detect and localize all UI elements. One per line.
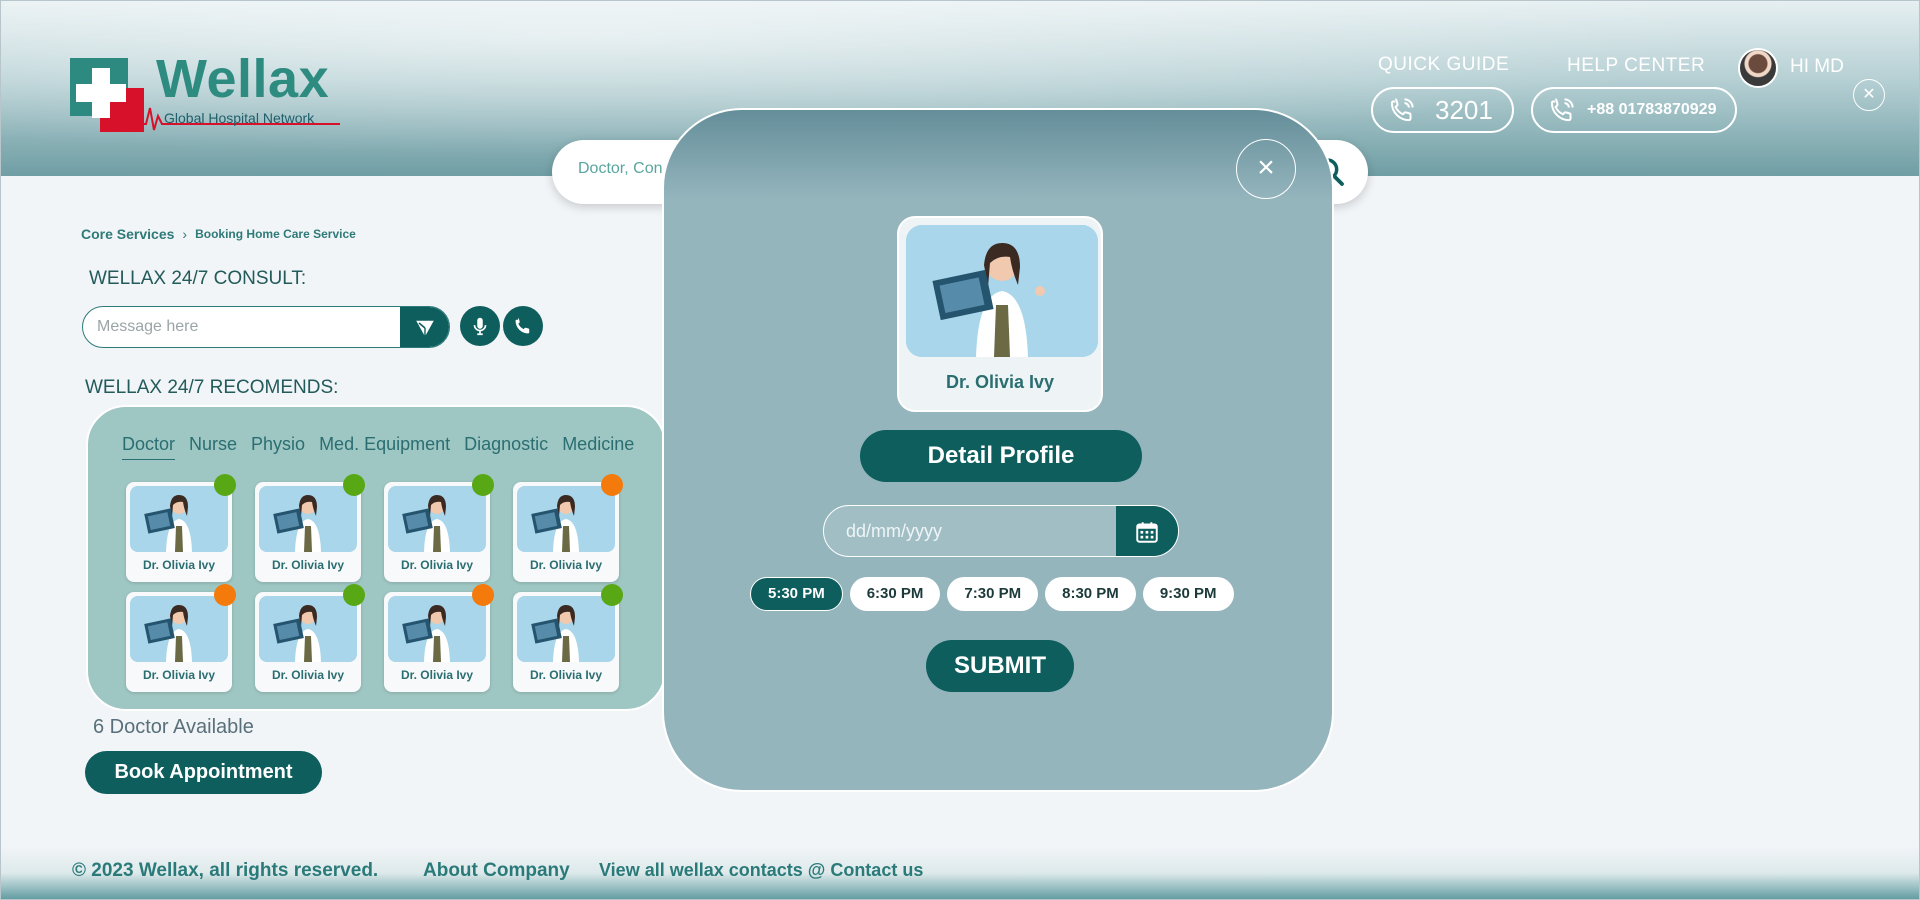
doctor-photo — [130, 486, 228, 552]
breadcrumb-booking-home-care[interactable]: Booking Home Care Service — [195, 227, 356, 241]
doctor-card[interactable]: Dr. Olivia Ivy — [255, 474, 365, 582]
doctor-photo — [517, 596, 615, 662]
doctor-card[interactable]: Dr. Olivia Ivy — [126, 474, 236, 582]
consult-title: WELLAX 24/7 CONSULT: — [89, 268, 307, 289]
send-button[interactable] — [400, 307, 449, 347]
phone-ringing-icon — [1390, 98, 1414, 122]
detail-profile-button[interactable]: Detail Profile — [860, 430, 1142, 482]
breadcrumb: Core Services › Booking Home Care Servic… — [81, 226, 356, 242]
call-button[interactable] — [503, 306, 543, 346]
calendar-icon — [1136, 522, 1158, 543]
quick-guide-number: 3201 — [1435, 94, 1493, 125]
doctor-name: Dr. Olivia Ivy — [271, 558, 345, 572]
phone-ringing-icon — [1550, 98, 1574, 122]
available-count: 6 Doctor Available — [93, 716, 254, 738]
doctor-photo-image — [906, 225, 1098, 357]
booking-modal: × Dr. Olivia Ivy Detail Profile dd/mm/yy… — [662, 108, 1334, 792]
doctor-grid: Dr. Olivia Ivy Dr. Olivia Ivy Dr. Olivia I… — [126, 474, 623, 692]
status-dot — [472, 474, 494, 496]
doctor-card[interactable]: Dr. Olivia Ivy — [513, 584, 623, 692]
quick-guide-button[interactable]: 3201 — [1371, 87, 1514, 133]
doctor-name: Dr. Olivia Ivy — [400, 668, 474, 682]
close-icon[interactable]: × — [1236, 139, 1296, 199]
recommends-panel: Doctor Nurse Physio Med. Equipment Diagn… — [86, 405, 666, 711]
doctor-photo — [388, 596, 486, 662]
close-icon[interactable]: ✕ — [1853, 79, 1885, 111]
send-icon — [413, 319, 436, 340]
doctor-name: Dr. Olivia Ivy — [529, 558, 603, 572]
logo-cross-icon — [70, 58, 144, 132]
microphone-icon — [473, 317, 487, 336]
category-tabs: Doctor Nurse Physio Med. Equipment Diagn… — [122, 434, 634, 460]
doctor-card[interactable]: Dr. Olivia Ivy — [384, 584, 494, 692]
copyright-text: © 2023 Wellax, all rights reserved. — [72, 860, 379, 881]
doctor-card[interactable]: Dr. Olivia Ivy — [513, 474, 623, 582]
doctor-card[interactable]: Dr. Olivia Ivy — [255, 584, 365, 692]
doctor-photo — [517, 486, 615, 552]
time-slot[interactable]: 7:30 PM — [947, 577, 1039, 611]
doctor-photo — [259, 596, 357, 662]
time-slot[interactable]: 6:30 PM — [849, 577, 941, 611]
doctor-photo — [130, 596, 228, 662]
submit-button[interactable]: SUBMIT — [926, 640, 1074, 692]
help-center-button[interactable]: +88 01783870929 — [1531, 87, 1737, 133]
status-dot — [601, 474, 623, 496]
tab-diagnostic[interactable]: Diagnostic — [464, 434, 548, 460]
wellax-logo[interactable]: Wellax Global Hospital Network — [70, 49, 340, 134]
doctor-name: Dr. Olivia Ivy — [142, 558, 216, 572]
date-input[interactable] — [846, 521, 1096, 542]
status-dot — [601, 584, 623, 606]
status-dot — [214, 584, 236, 606]
time-slot[interactable]: 9:30 PM — [1142, 577, 1234, 611]
calendar-button[interactable] — [1116, 506, 1178, 556]
microphone-button[interactable] — [460, 306, 500, 346]
help-center-label: HELP CENTER — [1567, 55, 1706, 76]
help-center-number: +88 01783870929 — [1587, 101, 1717, 118]
status-dot — [472, 584, 494, 606]
doctor-photo — [259, 486, 357, 552]
breadcrumb-core-services[interactable]: Core Services — [81, 226, 174, 242]
time-slot[interactable]: 5:30 PM — [750, 577, 843, 611]
doctor-name: Dr. Olivia Ivy — [529, 668, 603, 682]
contact-us-link[interactable]: View all wellax contacts @ Contact us — [599, 860, 923, 881]
recommends-title: WELLAX 24/7 RECOMENDS: — [85, 377, 339, 398]
date-picker — [823, 505, 1179, 557]
tab-med-equipment[interactable]: Med. Equipment — [319, 434, 450, 460]
doctor-card[interactable]: Dr. Olivia Ivy — [126, 584, 236, 692]
tab-nurse[interactable]: Nurse — [189, 434, 237, 460]
message-input[interactable] — [97, 318, 397, 336]
time-slot[interactable]: 8:30 PM — [1045, 577, 1136, 611]
message-box — [82, 306, 450, 348]
time-slots: 5:30 PM 6:30 PM 7:30 PM 8:30 PM 9:30 PM — [750, 577, 1234, 611]
footer: © 2023 Wellax, all rights reserved. Abou… — [0, 846, 1920, 900]
status-dot — [343, 584, 365, 606]
doctor-card[interactable]: Dr. Olivia Ivy — [384, 474, 494, 582]
about-company-link[interactable]: About Company — [423, 860, 570, 882]
doctor-photo — [388, 486, 486, 552]
doctor-profile-card[interactable]: Dr. Olivia Ivy — [897, 216, 1103, 412]
doctor-name: Dr. Olivia Ivy — [945, 372, 1055, 392]
doctor-name: Dr. Olivia Ivy — [142, 668, 216, 682]
phone-icon — [515, 318, 530, 334]
status-dot — [343, 474, 365, 496]
user-greeting[interactable]: HI MD — [1790, 56, 1844, 78]
doctor-photo — [906, 225, 1098, 357]
doctor-name: Dr. Olivia Ivy — [400, 558, 474, 572]
doctor-name: Dr. Olivia Ivy — [271, 668, 345, 682]
tab-doctor[interactable]: Doctor — [122, 434, 176, 460]
chevron-right-icon: › — [182, 226, 188, 242]
status-dot — [214, 474, 236, 496]
book-appointment-button[interactable]: Book Appointment — [85, 751, 322, 794]
logo-name: Wellax — [156, 49, 330, 109]
tab-physio[interactable]: Physio — [251, 434, 305, 460]
tab-medicine[interactable]: Medicine — [562, 434, 634, 460]
logo-tagline: Global Hospital Network — [164, 110, 315, 126]
quick-guide-label: QUICK GUIDE — [1378, 54, 1510, 75]
user-avatar[interactable] — [1738, 48, 1778, 88]
